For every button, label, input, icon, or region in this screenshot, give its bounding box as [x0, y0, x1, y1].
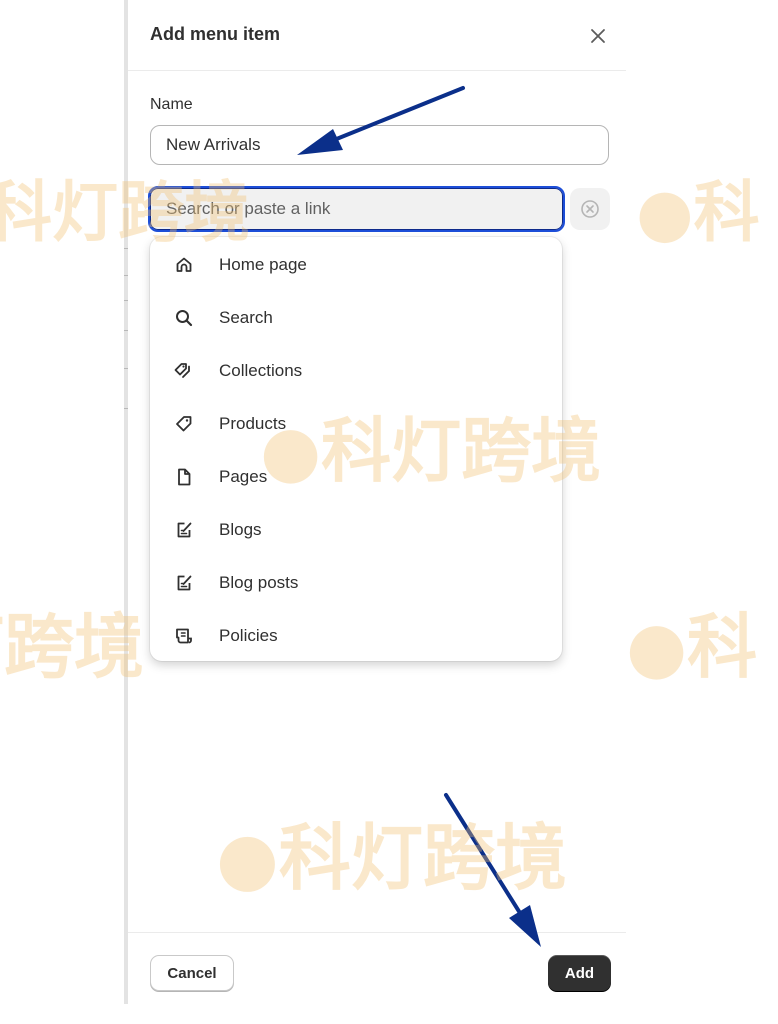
dropdown-item-label: Search [219, 307, 273, 327]
dropdown-item-label: Products [219, 413, 287, 433]
clear-link-button[interactable] [570, 188, 610, 230]
watermark-text: 灯跨境 [0, 606, 144, 688]
dropdown-item-home-page[interactable]: Home page [150, 238, 562, 291]
link-suggestions-dropdown: Home page Search Collections Products Pa… [150, 237, 562, 661]
watermark-text: ●科 [636, 174, 760, 251]
page-icon [173, 466, 195, 488]
tag-icon [173, 413, 195, 435]
watermark-text: ●科 [626, 606, 758, 688]
add-button[interactable]: Add [548, 955, 611, 991]
dropdown-item-blogs[interactable]: Blogs [150, 503, 562, 556]
dropdown-item-label: Blogs [219, 519, 262, 539]
link-search-input[interactable] [148, 186, 565, 232]
cancel-button[interactable]: Cancel [150, 955, 234, 991]
modal-title: Add menu item [150, 24, 281, 44]
dropdown-item-collections[interactable]: Collections [150, 344, 562, 397]
add-menu-item-modal: Add menu item Name Home page Search [128, 0, 626, 1004]
dropdown-item-policies[interactable]: Policies [150, 609, 562, 662]
dropdown-item-label: Blog posts [219, 572, 299, 592]
collections-icon [173, 360, 195, 382]
dropdown-item-search[interactable]: Search [150, 291, 562, 344]
dropdown-item-label: Policies [219, 625, 278, 645]
close-icon [591, 29, 605, 43]
clear-circle-icon [581, 200, 599, 218]
blog-icon [173, 519, 195, 541]
close-button[interactable] [586, 24, 610, 48]
home-icon [173, 254, 195, 276]
blog-post-icon [173, 572, 195, 594]
search-icon [173, 307, 195, 329]
name-label: Name [150, 96, 193, 113]
policy-icon [173, 625, 195, 647]
name-input[interactable] [150, 125, 609, 165]
dropdown-item-label: Collections [219, 360, 303, 380]
dropdown-item-pages[interactable]: Pages [150, 450, 562, 503]
dropdown-item-label: Pages [219, 466, 268, 486]
modal-header: Add menu item [128, 0, 626, 71]
dropdown-item-products[interactable]: Products [150, 397, 562, 450]
dropdown-item-label: Home page [219, 254, 307, 274]
dropdown-item-blog-posts[interactable]: Blog posts [150, 556, 562, 609]
